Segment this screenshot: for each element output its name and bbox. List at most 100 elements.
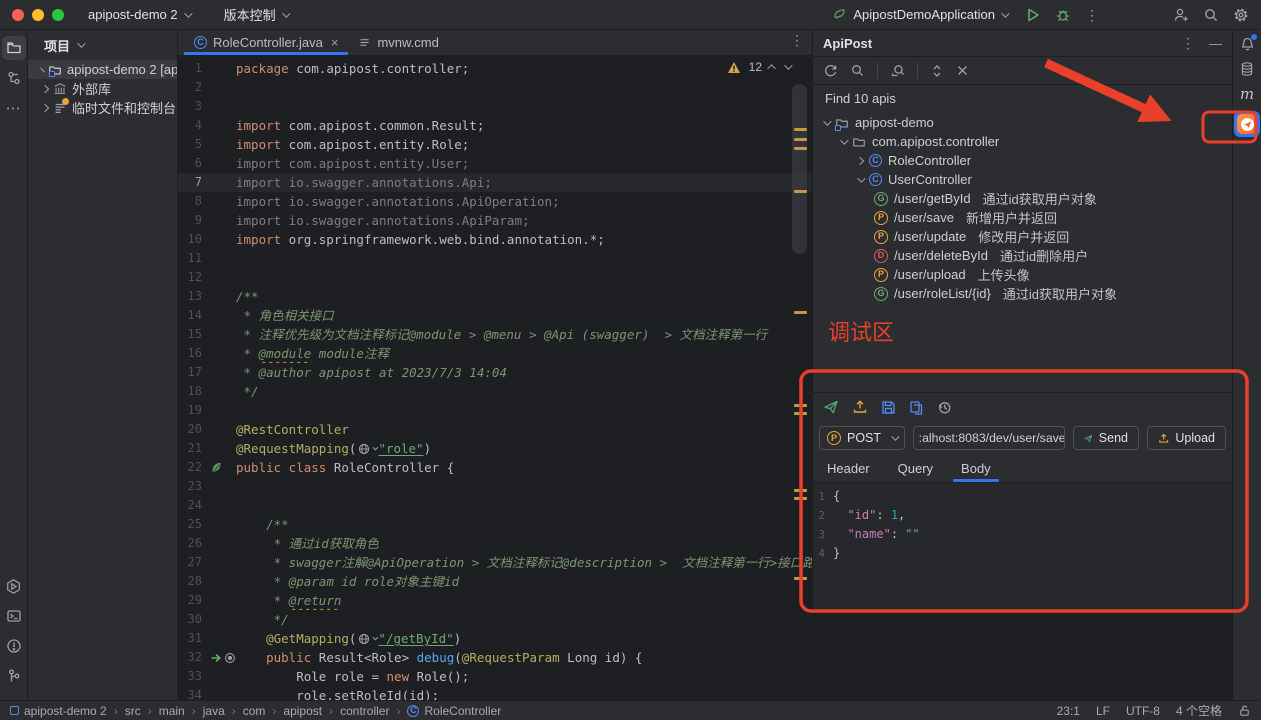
- code-line[interactable]: 12: [178, 268, 812, 287]
- docs-icon[interactable]: [909, 400, 924, 415]
- code-line[interactable]: 2: [178, 78, 812, 97]
- chevron-right-icon[interactable]: [41, 84, 49, 92]
- code-line[interactable]: 30 */: [178, 610, 812, 629]
- api-endpoint-item[interactable]: P/user/update修改用户并返回: [813, 227, 1232, 246]
- inspection-widget[interactable]: 12: [727, 60, 790, 74]
- code-line[interactable]: 24: [178, 496, 812, 515]
- refresh-icon[interactable]: [823, 63, 838, 78]
- body-line[interactable]: 3 "name": "": [813, 525, 1232, 544]
- run-button[interactable]: [1025, 7, 1041, 23]
- breadcrumb-item[interactable]: apipost-demo 2: [10, 704, 107, 718]
- code-line[interactable]: 3: [178, 97, 812, 116]
- api-tree-node[interactable]: com.apipost.controller: [813, 132, 1232, 151]
- upload-apis-icon[interactable]: [852, 399, 868, 415]
- chevron-right-icon[interactable]: [856, 156, 864, 164]
- api-tree-node[interactable]: apipost-demo: [813, 113, 1232, 132]
- code-editor[interactable]: 1package com.apipost.controller;234impor…: [178, 56, 812, 700]
- api-endpoint-item[interactable]: P/user/save新增用户并返回: [813, 208, 1232, 227]
- locate-icon[interactable]: [890, 63, 905, 78]
- code-line[interactable]: 26 * 通过id获取角色: [178, 534, 812, 553]
- warning-stripe-mark[interactable]: [794, 311, 807, 314]
- api-search-field[interactable]: Find 10 apis: [813, 85, 1232, 111]
- run-tool-icon[interactable]: [2, 574, 26, 598]
- database-tool-icon[interactable]: [1239, 61, 1255, 77]
- more-tools-icon[interactable]: ⋯: [2, 96, 26, 120]
- send-request-icon[interactable]: [823, 399, 839, 415]
- problems-tool-icon[interactable]: [2, 634, 26, 658]
- breadcrumb-item[interactable]: apipost: [283, 704, 322, 718]
- search-icon[interactable]: [850, 63, 865, 78]
- apipost-options-button[interactable]: ⋮: [1181, 38, 1195, 48]
- code-line[interactable]: 11: [178, 249, 812, 268]
- breadcrumb-item[interactable]: CRoleController: [407, 704, 501, 718]
- api-endpoint-item[interactable]: D/user/deleteById通过id删除用户: [813, 246, 1232, 265]
- code-line[interactable]: 6import com.apipost.entity.User;: [178, 154, 812, 173]
- project-switcher[interactable]: apipost-demo 2: [78, 4, 200, 26]
- debug-target-gutter-icon[interactable]: [224, 652, 236, 664]
- code-line[interactable]: 23: [178, 477, 812, 496]
- warning-stripe-mark[interactable]: [794, 138, 807, 141]
- more-actions-button[interactable]: ⋮: [1085, 10, 1099, 20]
- api-tree-node[interactable]: CRoleController: [813, 151, 1232, 170]
- code-line[interactable]: 17 * @author apipost at 2023/7/3 14:04: [178, 363, 812, 382]
- code-line[interactable]: 8import io.swagger.annotations.ApiOperat…: [178, 192, 812, 211]
- body-line[interactable]: 2 "id": 1,: [813, 506, 1232, 525]
- warning-stripe-mark[interactable]: [794, 489, 807, 492]
- warning-stripe-mark[interactable]: [794, 577, 807, 580]
- chevron-down-icon[interactable]: [857, 174, 865, 182]
- editor-tab[interactable]: mvnw.cmd: [348, 30, 448, 55]
- collapse-all-icon[interactable]: [956, 64, 969, 77]
- project-tree-item[interactable]: 外部库: [28, 79, 177, 98]
- breadcrumb-item[interactable]: src: [125, 704, 141, 718]
- readonly-lock-icon[interactable]: [1238, 704, 1251, 717]
- code-line[interactable]: 28 * @param id role对象主键id: [178, 572, 812, 591]
- code-line[interactable]: 22public class RoleController {: [178, 458, 812, 477]
- vcs-widget[interactable]: 版本控制: [214, 4, 298, 26]
- project-tool-icon[interactable]: [2, 36, 26, 60]
- maximize-window-button[interactable]: [52, 9, 64, 21]
- editor-tab[interactable]: CRoleController.java×: [184, 30, 348, 55]
- caret-position[interactable]: 23:1: [1057, 704, 1080, 718]
- code-line[interactable]: 21@RequestMapping("role"): [178, 439, 812, 458]
- breadcrumb-item[interactable]: com: [243, 704, 266, 718]
- code-line[interactable]: 31 @GetMapping("/getById"): [178, 629, 812, 648]
- request-tab-body[interactable]: Body: [961, 455, 991, 482]
- terminal-tool-icon[interactable]: [2, 604, 26, 628]
- chevron-right-icon[interactable]: [41, 103, 49, 111]
- send-button[interactable]: Send: [1073, 426, 1139, 450]
- code-line[interactable]: 10import org.springframework.web.bind.an…: [178, 230, 812, 249]
- breadcrumb-item[interactable]: main: [159, 704, 185, 718]
- code-line[interactable]: 14 * 角色相关接口: [178, 306, 812, 325]
- code-line[interactable]: 13/**: [178, 287, 812, 306]
- api-endpoint-item[interactable]: P/user/upload上传头像: [813, 265, 1232, 284]
- code-line[interactable]: 32 public Result<Role> debug(@RequestPar…: [178, 648, 812, 667]
- project-tree-item[interactable]: apipost-demo 2 [ap: [28, 60, 177, 79]
- project-tree-item[interactable]: 临时文件和控制台: [28, 98, 177, 117]
- close-window-button[interactable]: [12, 9, 24, 21]
- api-endpoint-item[interactable]: G/user/getById通过id获取用户对象: [813, 189, 1232, 208]
- notifications-bell-icon[interactable]: [1239, 36, 1256, 53]
- code-line[interactable]: 7import io.swagger.annotations.Api;: [178, 173, 812, 192]
- apipost-plugin-icon[interactable]: [1234, 111, 1260, 137]
- maven-tool-icon[interactable]: m: [1240, 85, 1254, 103]
- minimize-window-button[interactable]: [32, 9, 44, 21]
- code-line[interactable]: 9import io.swagger.annotations.ApiParam;: [178, 211, 812, 230]
- code-line[interactable]: 16 * @module module注释: [178, 344, 812, 363]
- warning-stripe-mark[interactable]: [794, 412, 807, 415]
- body-editor[interactable]: 1{2 "id": 1,3 "name": ""4}: [813, 483, 1232, 612]
- web-endpoint-icon[interactable]: [358, 633, 376, 645]
- upload-button[interactable]: Upload: [1147, 426, 1226, 450]
- web-endpoint-icon[interactable]: [358, 443, 376, 455]
- body-line[interactable]: 1{: [813, 487, 1232, 506]
- breadcrumb-item[interactable]: controller: [340, 704, 389, 718]
- search-everywhere-button[interactable]: [1203, 7, 1219, 23]
- tab-options-button[interactable]: ⋮: [790, 35, 804, 45]
- debug-button[interactable]: [1055, 7, 1071, 23]
- indent-style[interactable]: 4 个空格: [1176, 702, 1222, 719]
- api-tree-node[interactable]: CUserController: [813, 170, 1232, 189]
- code-line[interactable]: 29 * @return: [178, 591, 812, 610]
- code-line[interactable]: 4import com.apipost.common.Result;: [178, 116, 812, 135]
- chevron-down-icon[interactable]: [823, 117, 831, 125]
- structure-tool-icon[interactable]: [2, 66, 26, 90]
- line-separator[interactable]: LF: [1096, 704, 1110, 718]
